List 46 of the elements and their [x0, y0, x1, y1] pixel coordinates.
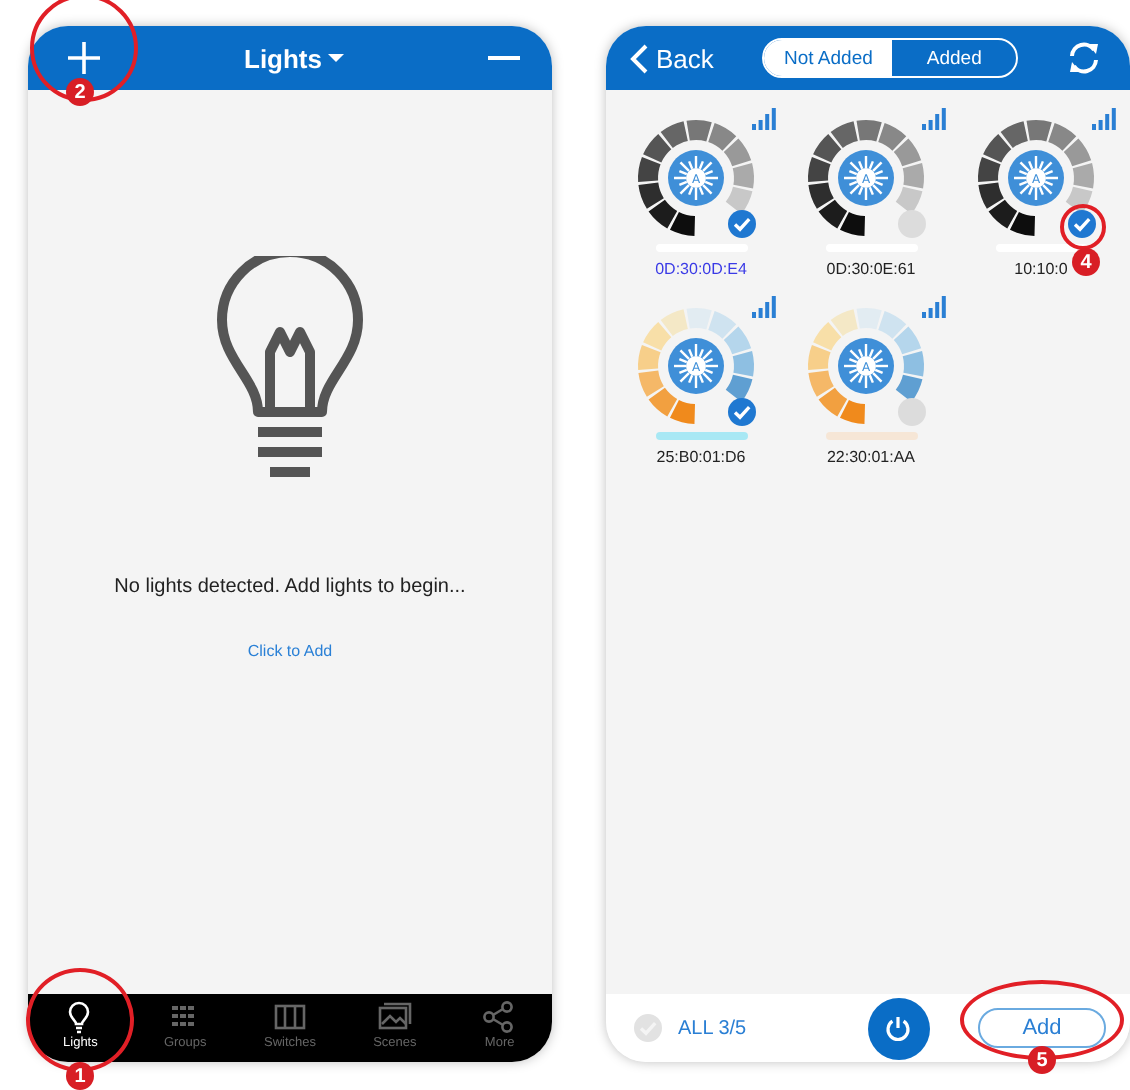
checkbox-icon[interactable] [897, 210, 925, 238]
device-address[interactable]: 22:30:01:AA [826, 448, 916, 466]
signal-icon [921, 296, 945, 318]
device-address[interactable]: 0D:30:0D:E4 [655, 260, 747, 278]
device-address[interactable]: 0D:30:0E:61 [826, 260, 916, 278]
step-number: 1 [66, 1062, 94, 1090]
power-icon[interactable] [884, 1014, 912, 1042]
signal-icon [1091, 108, 1115, 130]
panel-icon[interactable] [273, 1000, 308, 1034]
chevron-left-icon[interactable] [630, 43, 648, 73]
caret-icon[interactable] [328, 52, 344, 64]
back-button[interactable]: Back [630, 43, 714, 73]
checkmark-icon[interactable] [727, 398, 755, 426]
select-all-label[interactable]: ALL 3/5 [678, 1017, 747, 1039]
segmented-ring [637, 120, 753, 236]
segmented-ring [637, 308, 753, 424]
checkmark-icon[interactable] [727, 210, 755, 238]
device-address[interactable]: 10:10:0 [1014, 260, 1068, 278]
segmented-control[interactable]: Not Added Added [762, 38, 1018, 78]
checkmark-icon[interactable] [1067, 210, 1095, 238]
checkbox-icon[interactable] [634, 1014, 662, 1042]
signal-icon [751, 296, 775, 318]
power-button[interactable] [867, 997, 929, 1059]
screen-title[interactable]: Lights [244, 43, 322, 73]
sun-icon [667, 338, 723, 394]
segment-tab[interactable]: Not Added [764, 40, 893, 76]
device-address[interactable]: 25:B0:01:D6 [656, 448, 746, 466]
signal-icon [921, 108, 945, 130]
segmented-ring [807, 308, 923, 424]
share-icon[interactable] [482, 1000, 517, 1034]
checkbox-icon[interactable] [897, 398, 925, 426]
add-button[interactable]: Add [978, 1008, 1106, 1048]
sun-icon [667, 150, 723, 206]
sun-icon [837, 150, 893, 206]
click-to-add-link[interactable]: Click to Add [247, 642, 333, 660]
empty-message: No lights detected. Add lights to begin... [114, 576, 466, 598]
sun-icon [837, 338, 893, 394]
pictures-icon[interactable] [377, 1000, 412, 1034]
step-number: 5 [1028, 1046, 1056, 1074]
add-icon[interactable] [64, 38, 104, 78]
segmented-ring [977, 120, 1093, 236]
signal-icon [751, 108, 775, 130]
segmented-ring [807, 120, 923, 236]
refresh-icon[interactable] [1065, 40, 1102, 76]
sun-icon [1007, 150, 1063, 206]
segment-tab[interactable]: Added [892, 40, 1016, 76]
